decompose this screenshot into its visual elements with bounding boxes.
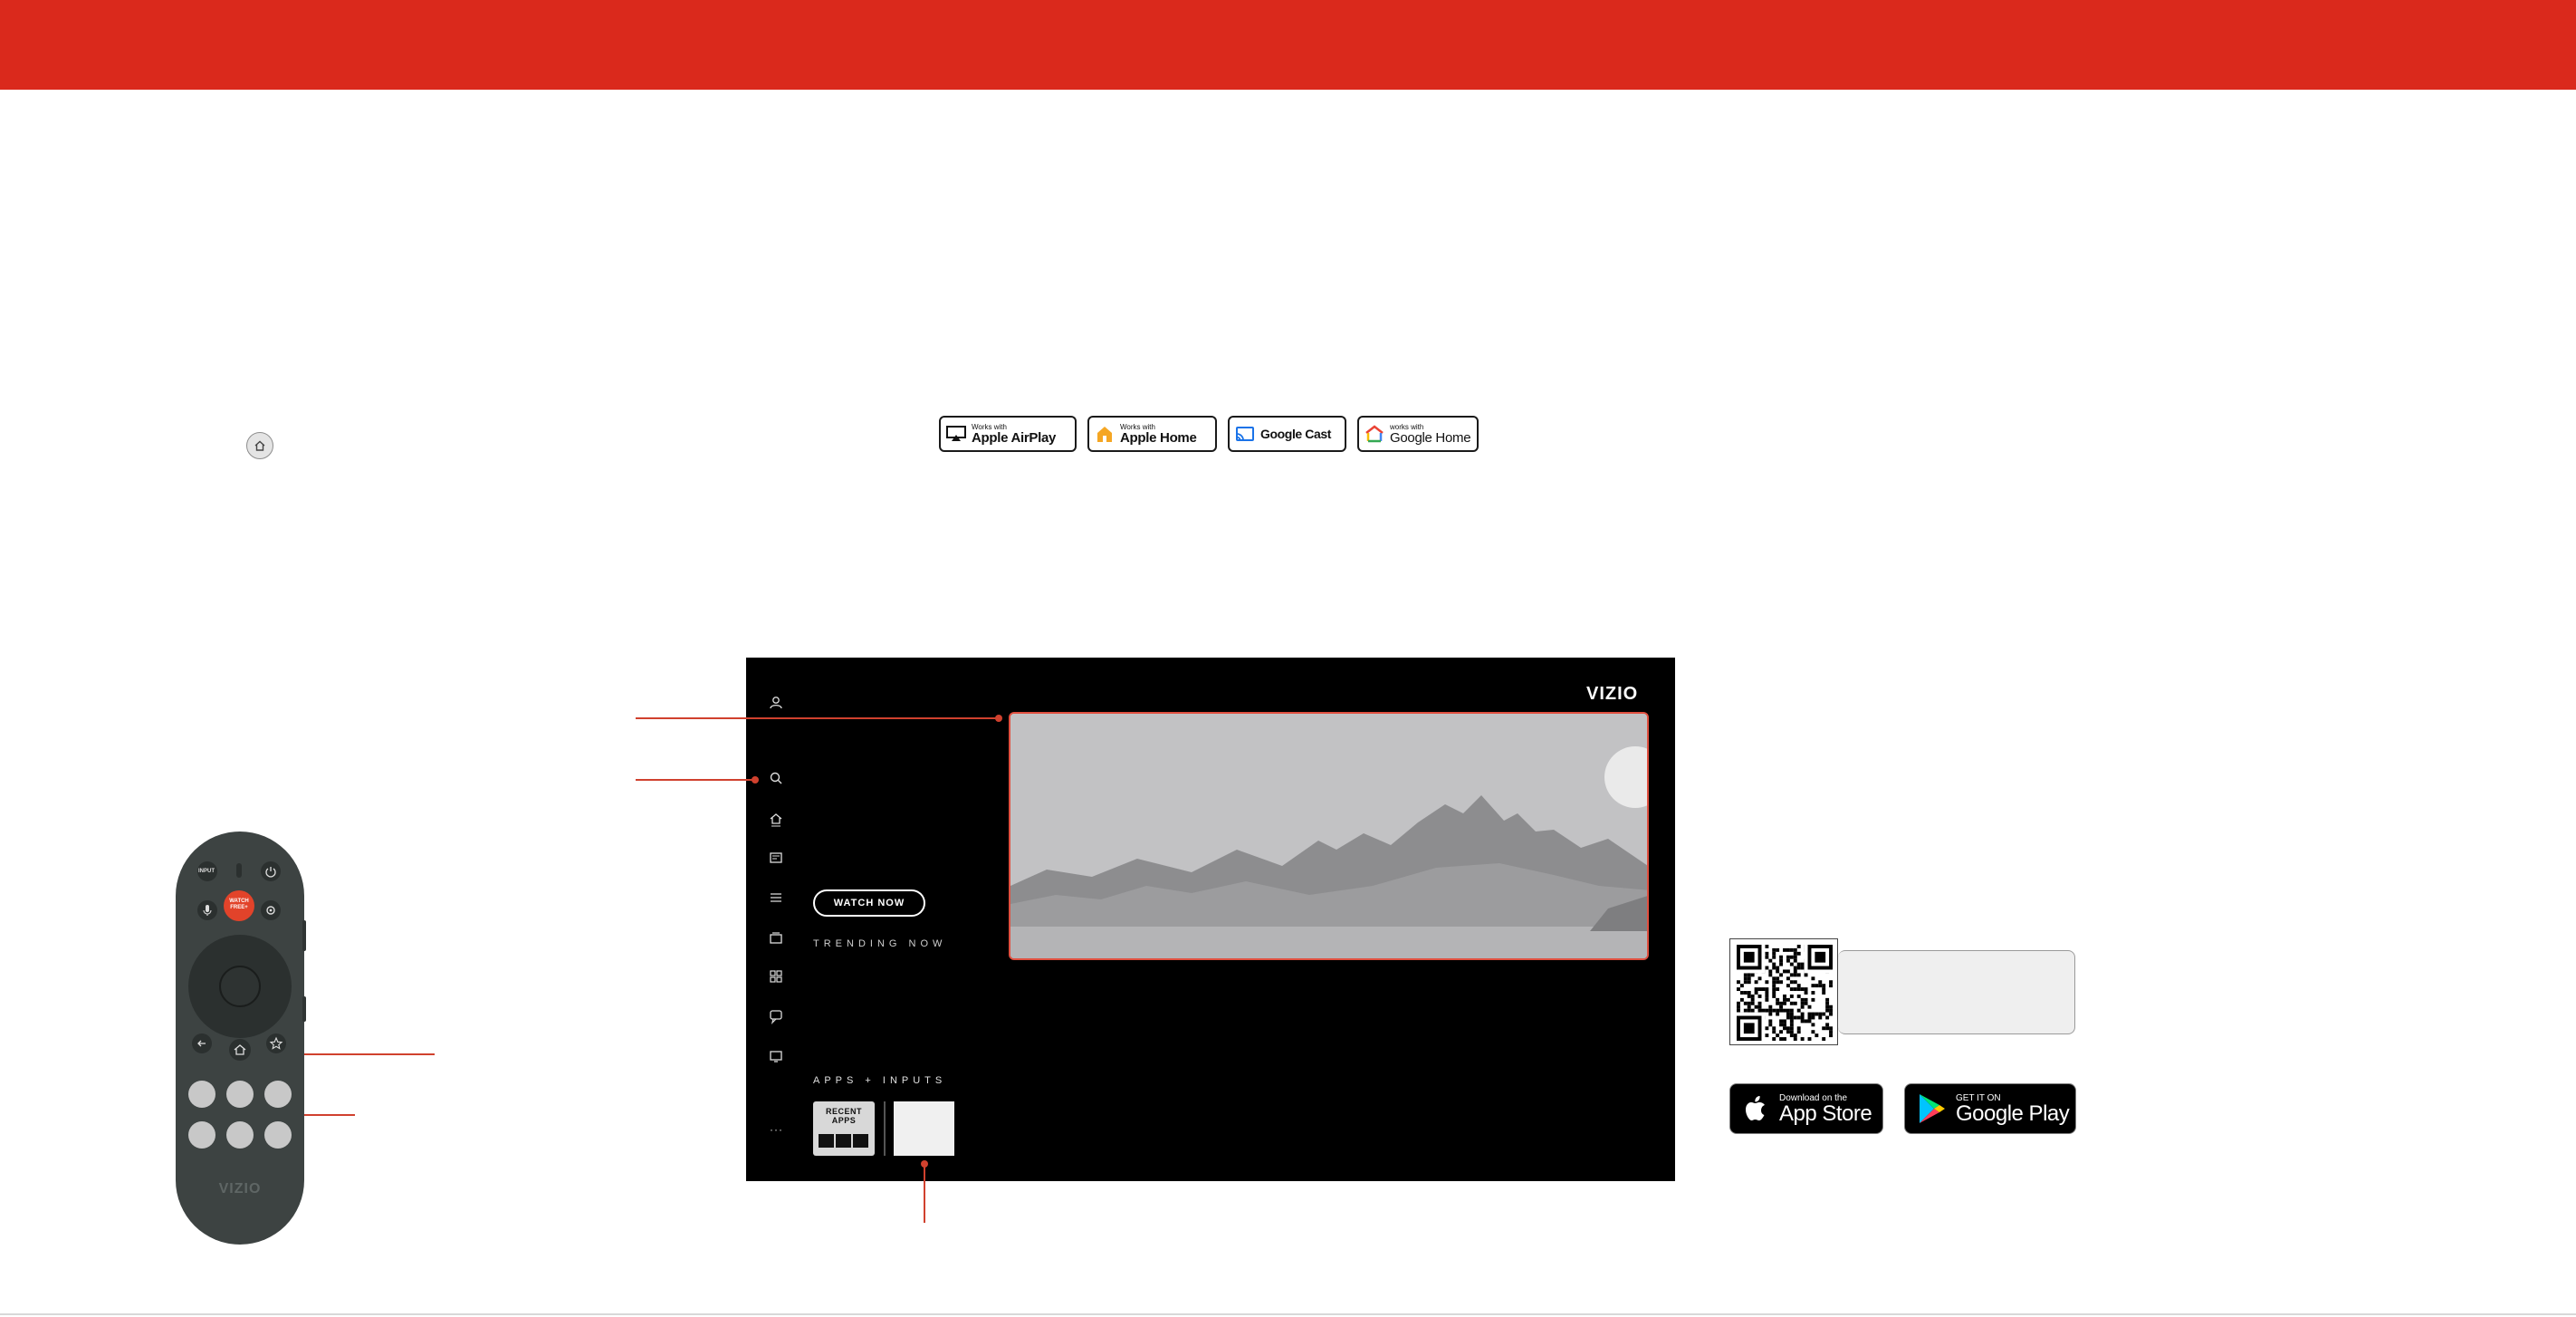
watch-now-button[interactable]: WATCH NOW [813,889,925,917]
gear-icon [266,906,275,915]
apple-home-badge-big: Apple Home [1120,430,1197,446]
home-button[interactable] [229,1039,251,1061]
apple-home-badge: Works with Apple Home [1087,416,1217,452]
back-arrow-icon [197,1040,206,1047]
google-cast-label: Google Cast [1260,427,1332,441]
ok-button[interactable] [219,966,261,1007]
apps-inputs-label: APPS + INPUTS [813,1075,947,1086]
apps-icon[interactable] [768,968,784,985]
callout-line [636,779,755,781]
remote-brand-logo: VIZIO [218,1181,262,1197]
favorite-button[interactable] [266,1033,286,1053]
cast-icon[interactable] [768,1048,784,1064]
bottom-rule [0,1313,2576,1315]
callout-dot [921,1160,928,1168]
menu-icon[interactable] [768,889,784,906]
google-play-button[interactable]: GET IT ON Google Play [1904,1083,2076,1134]
voice-button[interactable] [197,900,217,920]
apple-icon [1746,1096,1765,1120]
microphone-icon [203,905,212,916]
watchfree-label-1: WATCH [229,899,249,904]
star-icon [269,1036,283,1050]
home-icon[interactable] [768,811,784,827]
mountain-landscape-image [1010,714,1647,958]
app-shortcut-button[interactable] [264,1121,292,1149]
recent-apps-tile[interactable]: RECENT APPS [813,1101,875,1156]
dpad-ring[interactable] [188,935,292,1038]
recent-app-thumb [853,1134,868,1148]
back-button[interactable] [192,1033,212,1053]
tv-brand-logo: VIZIO [1586,684,1639,704]
remote-volume-rocker[interactable] [302,920,306,951]
chat-icon[interactable] [768,1008,784,1024]
app-store-line2: App Store [1779,1101,1872,1126]
watchfree-label-2: FREE+ [230,905,248,910]
callout-line [636,717,1000,719]
header-banner [0,0,2576,90]
callout-dot [752,776,759,783]
input-button-label: INPUT [198,869,215,874]
guide-icon[interactable] [768,850,784,866]
recent-apps-label: RECENT APPS [825,1107,862,1125]
watchfree-button[interactable]: WATCH FREE+ [224,890,254,921]
more-icon[interactable]: ··· [770,1123,783,1136]
home-icon [234,1044,246,1055]
qr-info-box [1838,950,2075,1034]
featured-hero-banner[interactable] [1009,712,1649,960]
remote-channel-rocker[interactable] [302,996,306,1022]
remote-control: INPUT WATCH FREE+ VIZIO [176,832,304,1245]
callout-line [924,1161,925,1223]
cast-icon [1236,427,1254,441]
app-shortcut-button[interactable] [188,1121,215,1149]
app-tile[interactable] [894,1101,954,1156]
qr-code[interactable] [1729,938,1838,1045]
airplay-icon [946,426,966,441]
power-icon [265,867,276,878]
app-shortcut-button[interactable] [226,1081,254,1108]
qr-code-pattern [1737,945,1833,1041]
app-shortcut-button[interactable] [264,1081,292,1108]
home-icon [246,432,273,459]
profile-icon[interactable] [768,695,784,711]
power-button[interactable] [261,861,281,881]
google-home-badge: works with Google Home [1357,416,1479,452]
tile-divider [884,1101,886,1156]
trending-now-label: TRENDING NOW [813,938,947,949]
google-cast-badge: Google Cast [1228,416,1346,452]
settings-button[interactable] [261,900,281,920]
search-icon[interactable] [768,770,784,786]
app-shortcut-button[interactable] [226,1121,254,1149]
callout-dot [995,715,1002,722]
recent-app-thumb [819,1134,834,1148]
google-play-line2: Google Play [1956,1101,2070,1126]
app-store-button[interactable]: Download on the App Store [1729,1083,1883,1134]
live-tv-icon[interactable] [768,929,784,946]
google-home-badge-big: Google Home [1390,430,1471,446]
google-home-icon [1365,425,1384,443]
recent-app-thumb [836,1134,851,1148]
airplay-badge: Works with Apple AirPlay [939,416,1077,452]
app-shortcut-button[interactable] [188,1081,215,1108]
home-icon [1097,427,1112,442]
mic-indicator [236,863,242,878]
google-play-icon [1920,1094,1945,1123]
airplay-badge-big: Apple AirPlay [972,430,1057,446]
